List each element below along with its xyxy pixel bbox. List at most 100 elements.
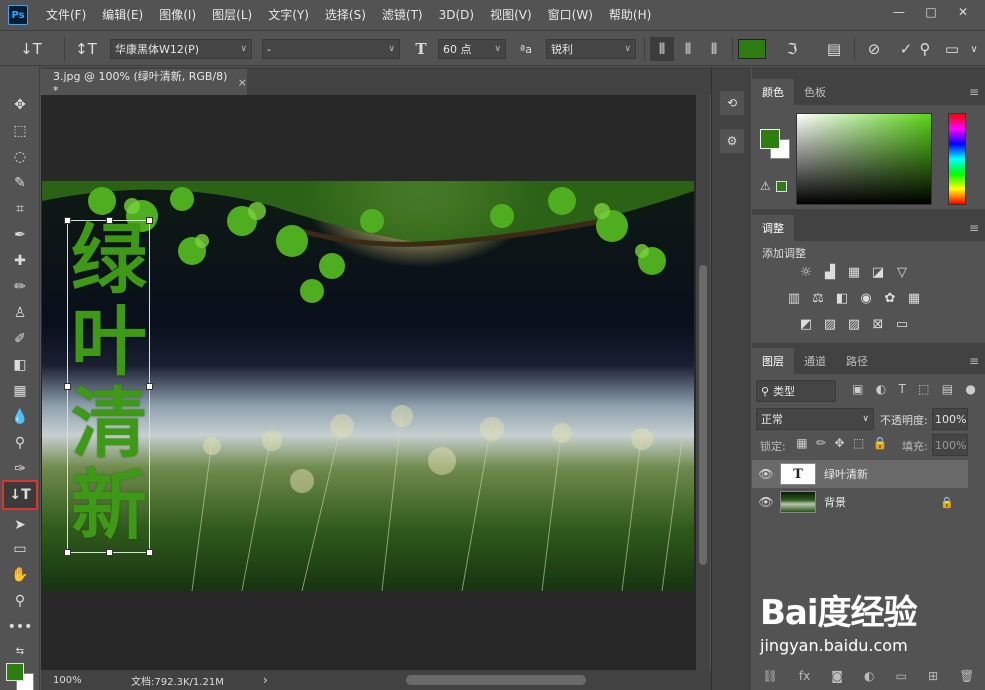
foreground-color-swatch[interactable]: [6, 663, 24, 681]
clone-stamp-tool-icon[interactable]: ♙: [6, 301, 34, 325]
workspace-dropdown-icon[interactable]: ∨: [966, 39, 982, 59]
panel-menu-icon[interactable]: ≡: [969, 221, 979, 235]
layer-row-background[interactable]: 👁 背景 🔒: [752, 488, 968, 516]
transform-handle[interactable]: [64, 549, 71, 556]
horizontal-scrollbar-thumb[interactable]: [406, 675, 586, 685]
color-spectrum-picker[interactable]: [796, 113, 932, 205]
gradient-map-icon[interactable]: ▭: [894, 317, 910, 332]
lock-artboard-icon[interactable]: ⬚: [853, 436, 864, 450]
exposure-icon[interactable]: ◪: [870, 265, 886, 280]
color-panel-foreground[interactable]: [760, 129, 780, 149]
warp-text-icon[interactable]: ℑ: [780, 39, 804, 59]
panel-menu-icon[interactable]: ≡: [969, 85, 979, 99]
maximize-button[interactable]: □: [917, 3, 945, 21]
layer-name[interactable]: 绿叶清新: [824, 466, 868, 482]
font-size-select[interactable]: 60 点 ∨: [438, 39, 506, 59]
menu-layer[interactable]: 图层(L): [204, 0, 260, 30]
gradient-tool-icon[interactable]: ▦: [6, 379, 34, 403]
layer-filter-select[interactable]: ⚲ 类型: [756, 380, 836, 402]
character-panel-icon[interactable]: ▤: [822, 39, 846, 59]
brush-tool-icon[interactable]: ✏: [6, 275, 34, 299]
marquee-tool-icon[interactable]: ⬚: [6, 119, 34, 143]
canvas-area[interactable]: 绿 叶 清 新: [41, 95, 696, 670]
vertical-scrollbar[interactable]: [696, 95, 710, 670]
align-center-icon[interactable]: ⦀: [676, 37, 700, 61]
zoom-tool-icon[interactable]: ⚲: [6, 589, 34, 613]
gamut-swatch[interactable]: [776, 181, 787, 192]
antialias-select[interactable]: 锐利 ∨: [546, 39, 636, 59]
history-panel-icon[interactable]: ⟲: [720, 91, 744, 115]
filter-type-icon[interactable]: T: [898, 382, 905, 400]
eraser-tool-icon[interactable]: ◧: [6, 353, 34, 377]
brightness-icon[interactable]: ☼: [798, 265, 814, 280]
color-lookup-icon[interactable]: ▦: [906, 291, 922, 306]
commit-icon[interactable]: ✓: [894, 39, 918, 59]
scrollbar-thumb[interactable]: [699, 265, 707, 565]
rectangle-tool-icon[interactable]: ▭: [6, 537, 34, 561]
eyedropper-tool-icon[interactable]: ✒: [6, 223, 34, 247]
crop-tool-icon[interactable]: ⌗: [6, 197, 34, 221]
tab-channels[interactable]: 通道: [794, 348, 836, 374]
levels-icon[interactable]: ▟: [822, 265, 838, 280]
menu-type[interactable]: 文字(Y): [260, 0, 317, 30]
move-tool-icon[interactable]: ✥: [6, 93, 34, 117]
filter-toggle-icon[interactable]: ●: [965, 382, 975, 400]
vertical-text-layer[interactable]: 绿 叶 清 新: [68, 219, 150, 547]
tab-adjustments[interactable]: 调整: [752, 215, 794, 241]
lock-all-icon[interactable]: 🔒: [873, 436, 888, 450]
photo-canvas[interactable]: 绿 叶 清 新: [42, 181, 694, 591]
minimize-button[interactable]: —: [885, 3, 913, 21]
menu-help[interactable]: 帮助(H): [601, 0, 659, 30]
selective-color-icon[interactable]: ⊠: [870, 317, 886, 332]
blend-mode-select[interactable]: 正常 ∨: [756, 408, 874, 430]
blur-tool-icon[interactable]: 💧: [6, 405, 34, 429]
menu-filter[interactable]: 滤镜(T): [374, 0, 431, 30]
workspace-icon[interactable]: ▭: [940, 39, 964, 59]
tab-layers[interactable]: 图层: [752, 348, 794, 374]
vertical-type-tool-icon[interactable]: ↓T: [2, 480, 38, 510]
document-tab[interactable]: 3.jpg @ 100% (绿叶清新, RGB/8) * ×: [41, 69, 247, 97]
posterize-icon[interactable]: ▨: [822, 317, 838, 332]
layer-row-text[interactable]: 👁 T 绿叶清新: [752, 460, 968, 488]
eye-icon[interactable]: 👁: [752, 495, 780, 509]
eye-icon[interactable]: 👁: [752, 467, 780, 481]
quick-select-tool-icon[interactable]: ✎: [6, 171, 34, 195]
invert-icon[interactable]: ◩: [798, 317, 814, 332]
filter-shape-icon[interactable]: ⬚: [918, 382, 929, 400]
vertical-type-tool-icon[interactable]: ↓T: [16, 39, 46, 59]
align-top-icon[interactable]: ⦀: [650, 37, 674, 61]
cancel-icon[interactable]: ⊘: [862, 39, 886, 59]
healing-brush-tool-icon[interactable]: ✚: [6, 249, 34, 273]
filter-smart-icon[interactable]: ▤: [942, 382, 953, 400]
transform-handle[interactable]: [146, 549, 153, 556]
color-balance-icon[interactable]: ⚖: [810, 291, 826, 306]
status-menu-arrow-icon[interactable]: ›: [263, 673, 268, 687]
lock-position-icon[interactable]: ✥: [835, 436, 845, 450]
opacity-input[interactable]: 100%: [932, 408, 968, 430]
close-tab-icon[interactable]: ×: [238, 76, 247, 89]
tab-paths[interactable]: 路径: [836, 348, 878, 374]
align-bottom-icon[interactable]: ⦀: [702, 37, 726, 61]
close-window-button[interactable]: ✕: [949, 3, 977, 21]
menu-3d[interactable]: 3D(D): [431, 0, 482, 30]
threshold-icon[interactable]: ▨: [846, 317, 862, 332]
toggle-orientation-icon[interactable]: ↕T: [74, 39, 98, 59]
channel-mixer-icon[interactable]: ✿: [882, 291, 898, 306]
panel-menu-icon[interactable]: ≡: [969, 354, 979, 368]
layer-filter-icons[interactable]: ▣ ◐ T ⬚ ▤ ●: [846, 382, 982, 400]
dodge-tool-icon[interactable]: ⚲: [6, 431, 34, 455]
properties-panel-icon[interactable]: ⚙: [720, 129, 744, 153]
fill-input[interactable]: 100%: [932, 434, 968, 456]
font-style-select[interactable]: - ∨: [262, 39, 400, 59]
history-brush-tool-icon[interactable]: ✐: [6, 327, 34, 351]
lock-pixels-icon[interactable]: ✏: [816, 436, 826, 450]
hue-slider[interactable]: [948, 113, 966, 205]
menu-select[interactable]: 选择(S): [317, 0, 374, 30]
black-white-icon[interactable]: ◧: [834, 291, 850, 306]
vibrance-icon[interactable]: ▽: [894, 265, 910, 280]
swap-colors-icon[interactable]: ⇆: [6, 639, 34, 663]
menu-image[interactable]: 图像(I): [151, 0, 204, 30]
zoom-level[interactable]: 100%: [53, 675, 82, 686]
filter-adjustment-icon[interactable]: ◐: [876, 382, 886, 400]
curves-icon[interactable]: ▦: [846, 265, 862, 280]
